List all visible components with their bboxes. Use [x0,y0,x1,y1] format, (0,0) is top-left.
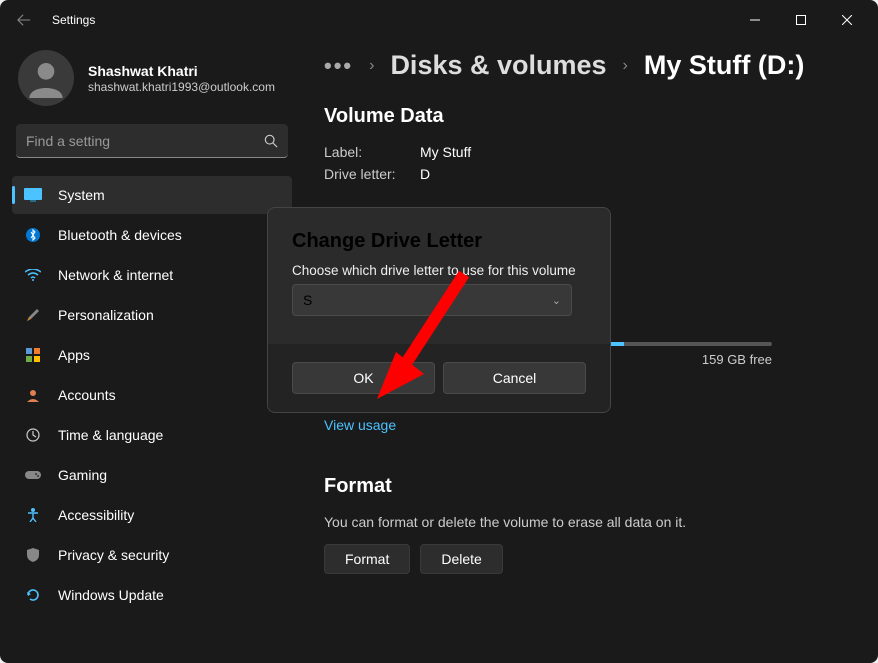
profile-email: shashwat.khatri1993@outlook.com [88,80,275,94]
nav-item-gaming[interactable]: Gaming [12,456,292,494]
shield-icon [24,546,42,564]
maximize-button[interactable] [778,4,824,36]
format-heading: Format [324,475,848,498]
dialog-title: Change Drive Letter [292,230,586,253]
minimize-icon [750,15,760,25]
format-desc: You can format or delete the volume to e… [324,514,848,530]
breadcrumb-current: My Stuff (D:) [644,50,804,81]
drive-letter-select[interactable]: S ⌄ [292,284,572,316]
profile-block[interactable]: Shashwat Khatri shashwat.khatri1993@outl… [12,40,292,124]
maximize-icon [796,15,806,25]
volume-label-val: My Stuff [420,144,471,160]
nav-item-time-language[interactable]: Time & language [12,416,292,454]
change-drive-letter-dialog: Change Drive Letter Choose which drive l… [267,207,611,413]
accessibility-icon [24,506,42,524]
back-button[interactable] [8,4,40,36]
nav-label: Gaming [58,467,107,483]
settings-window: Settings Shashwat Khatri shashwat.khatri… [0,0,878,663]
display-icon [24,186,42,204]
brush-icon [24,306,42,324]
gaming-icon [24,466,42,484]
nav-label: Privacy & security [58,547,169,563]
nav-label: Accessibility [58,507,134,523]
chevron-right-icon: › [623,57,628,75]
delete-button[interactable]: Delete [420,544,502,574]
window-title: Settings [52,13,95,27]
nav-label: Time & language [58,427,163,443]
dialog-footer: OK Cancel [268,344,610,412]
nav-label: System [58,187,105,203]
nav-label: Accounts [58,387,116,403]
nav-label: Bluetooth & devices [58,227,182,243]
cancel-button[interactable]: Cancel [443,362,586,394]
nav-item-privacy[interactable]: Privacy & security [12,536,292,574]
breadcrumb: ••• › Disks & volumes › My Stuff (D:) [324,50,848,81]
close-icon [842,15,852,25]
nav-item-windows-update[interactable]: Windows Update [12,576,292,614]
dialog-desc: Choose which drive letter to use for thi… [292,263,586,278]
format-buttons: Format Delete [324,544,848,574]
window-controls [732,4,870,36]
nav-label: Network & internet [58,267,173,283]
nav-label: Windows Update [58,587,164,603]
sidebar: Shashwat Khatri shashwat.khatri1993@outl… [0,40,300,663]
close-button[interactable] [824,4,870,36]
volume-letter-val: D [420,166,430,182]
volume-data-heading: Volume Data [324,105,848,128]
avatar [18,50,74,106]
drive-letter-selected: S [303,292,312,308]
person-icon [26,58,66,98]
search-input[interactable] [26,133,264,149]
format-button[interactable]: Format [324,544,410,574]
chevron-down-icon: ⌄ [552,294,561,307]
breadcrumb-more[interactable]: ••• [324,53,353,79]
apps-icon [24,346,42,364]
view-usage-link[interactable]: View usage [324,417,396,433]
profile-name: Shashwat Khatri [88,63,275,79]
format-section: Format You can format or delete the volu… [324,475,848,574]
profile-text: Shashwat Khatri shashwat.khatri1993@outl… [88,63,275,94]
bluetooth-icon [24,226,42,244]
arrow-left-icon [17,13,31,27]
nav-label: Apps [58,347,90,363]
search-icon [264,134,278,148]
nav-item-system[interactable]: System [12,176,292,214]
clock-icon [24,426,42,444]
volume-label-row: Label: My Stuff [324,144,848,160]
volume-letter-row: Drive letter: D [324,166,848,182]
nav-item-personalization[interactable]: Personalization [12,296,292,334]
nav-label: Personalization [58,307,154,323]
search-box[interactable] [16,124,288,158]
dialog-body: Change Drive Letter Choose which drive l… [268,208,610,344]
nav-item-apps[interactable]: Apps [12,336,292,374]
update-icon [24,586,42,604]
volume-letter-key: Drive letter: [324,166,420,182]
nav-item-bluetooth[interactable]: Bluetooth & devices [12,216,292,254]
nav-item-accessibility[interactable]: Accessibility [12,496,292,534]
ok-button[interactable]: OK [292,362,435,394]
breadcrumb-link[interactable]: Disks & volumes [390,50,606,81]
accounts-icon [24,386,42,404]
nav-list: System Bluetooth & devices Network & int… [12,176,292,614]
minimize-button[interactable] [732,4,778,36]
titlebar: Settings [0,0,878,40]
nav-item-network[interactable]: Network & internet [12,256,292,294]
chevron-right-icon: › [369,57,374,75]
wifi-icon [24,266,42,284]
nav-item-accounts[interactable]: Accounts [12,376,292,414]
volume-label-key: Label: [324,144,420,160]
